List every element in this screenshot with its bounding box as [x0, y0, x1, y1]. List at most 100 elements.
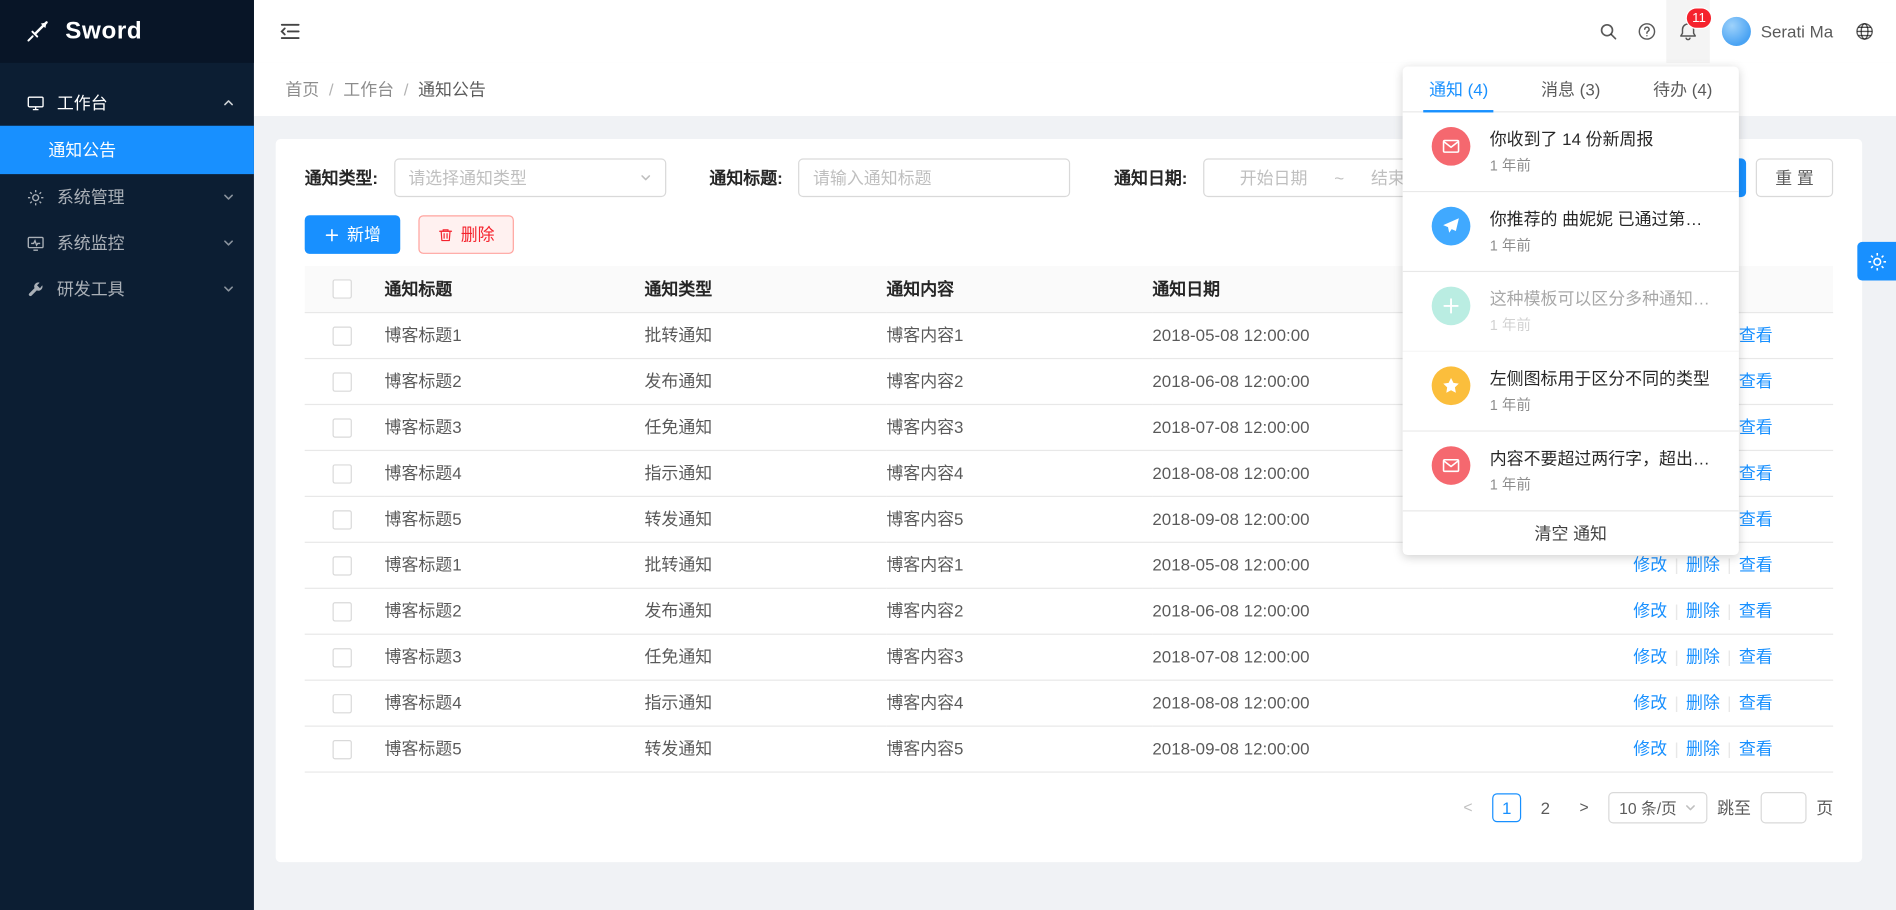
- notification-item[interactable]: 你收到了 14 份新周报 1 年前: [1403, 112, 1739, 192]
- notification-tabs: 通知 (4) 消息 (3) 待办 (4): [1403, 67, 1739, 113]
- row-action-2[interactable]: 查看: [1739, 463, 1773, 482]
- row-checkbox[interactable]: [333, 648, 352, 667]
- row-checkbox[interactable]: [333, 740, 352, 759]
- add-button[interactable]: 新增: [305, 215, 401, 254]
- sidebar-item-3[interactable]: 研发工具: [0, 266, 254, 312]
- tab-todos[interactable]: 待办 (4): [1627, 67, 1739, 112]
- sidebar-item-0[interactable]: 工作台: [0, 80, 254, 126]
- notification-item[interactable]: 左侧图标用于区分不同的类型 1 年前: [1403, 352, 1739, 432]
- notification-item[interactable]: 这种模板可以区分多种通知类型 1 年前: [1403, 272, 1739, 352]
- cell-type: 发布通知: [645, 588, 887, 634]
- row-action-0[interactable]: 修改: [1633, 647, 1667, 666]
- sidebar-collapse-button[interactable]: [278, 19, 302, 43]
- row-action-2[interactable]: 查看: [1739, 555, 1773, 574]
- plus-icon: [1432, 287, 1471, 326]
- action-separator: |: [1727, 739, 1731, 758]
- cell-content: 博客内容4: [886, 680, 1152, 726]
- notifications-button[interactable]: 11: [1666, 0, 1710, 63]
- tab-messages[interactable]: 消息 (3): [1515, 67, 1627, 112]
- row-action-1[interactable]: 删除: [1686, 647, 1720, 666]
- breadcrumb-item[interactable]: 工作台: [343, 77, 394, 101]
- language-globe-icon[interactable]: [1845, 0, 1884, 63]
- notice-title-input[interactable]: [798, 158, 1070, 197]
- row-action-1[interactable]: 删除: [1686, 601, 1720, 620]
- filter-date-label: 通知日期:: [1114, 166, 1187, 190]
- search-icon[interactable]: [1589, 0, 1628, 63]
- menu-fold-icon: [278, 19, 302, 43]
- column-header-date: 通知日期: [1152, 266, 1442, 312]
- row-checkbox[interactable]: [333, 602, 352, 621]
- notification-title: 这种模板可以区分多种通知类型: [1490, 287, 1710, 311]
- cell-actions: 修改|删除|查看: [1443, 634, 1834, 680]
- next-page-button[interactable]: >: [1570, 793, 1599, 822]
- row-action-1[interactable]: 删除: [1686, 555, 1720, 574]
- row-action-2[interactable]: 查看: [1739, 647, 1773, 666]
- row-checkbox[interactable]: [333, 418, 352, 437]
- logo[interactable]: Sword: [0, 0, 254, 63]
- column-header-type: 通知类型: [645, 266, 887, 312]
- row-action-1[interactable]: 删除: [1686, 739, 1720, 758]
- help-icon[interactable]: [1628, 0, 1667, 63]
- cell-title: 博客标题2: [385, 358, 645, 404]
- action-separator: |: [1674, 555, 1678, 574]
- chevron-down-icon: [1684, 801, 1696, 813]
- cell-title: 博客标题3: [385, 634, 645, 680]
- sidebar-submenu-item[interactable]: 通知公告: [0, 126, 254, 174]
- jump-page-input[interactable]: [1761, 791, 1807, 822]
- row-checkbox[interactable]: [333, 372, 352, 391]
- row-action-2[interactable]: 查看: [1739, 371, 1773, 390]
- cell-date: 2018-08-08 12:00:00: [1152, 450, 1442, 496]
- row-action-2[interactable]: 查看: [1739, 325, 1773, 344]
- row-checkbox[interactable]: [333, 510, 352, 529]
- select-all-checkbox[interactable]: [333, 280, 352, 299]
- sidebar-item-2[interactable]: 系统监控: [0, 220, 254, 266]
- cell-date: 2018-05-08 12:00:00: [1152, 312, 1442, 358]
- cell-actions: 修改|删除|查看: [1443, 726, 1834, 772]
- chevron-down-icon: [639, 172, 651, 184]
- row-action-0[interactable]: 修改: [1633, 555, 1667, 574]
- page-size-select[interactable]: 10 条/页: [1608, 791, 1707, 822]
- trash-icon: [438, 227, 454, 243]
- settings-fab-button[interactable]: [1857, 242, 1896, 281]
- row-action-0[interactable]: 修改: [1633, 601, 1667, 620]
- notification-item[interactable]: 内容不要超过两行字，超出时自动截断 1 年前: [1403, 432, 1739, 512]
- row-checkbox[interactable]: [333, 326, 352, 345]
- page-button-2[interactable]: 2: [1531, 793, 1560, 822]
- clear-notifications-button[interactable]: 清空 通知: [1403, 511, 1739, 555]
- sidebar-item-1[interactable]: 系统管理: [0, 174, 254, 220]
- row-checkbox[interactable]: [333, 694, 352, 713]
- breadcrumb-item[interactable]: 首页: [285, 77, 319, 101]
- notice-type-select[interactable]: 请选择通知类型: [394, 158, 666, 197]
- page-button-1[interactable]: 1: [1492, 793, 1521, 822]
- cell-title: 博客标题5: [385, 726, 645, 772]
- topbar: 11 Serati Ma: [254, 0, 1896, 63]
- app-root: Sword 工作台 通知公告 系统管理 系统监控 研发工具: [0, 0, 1896, 910]
- row-action-1[interactable]: 删除: [1686, 693, 1720, 712]
- row-action-2[interactable]: 查看: [1739, 601, 1773, 620]
- notification-item[interactable]: 你推荐的 曲妮妮 已通过第三轮面试 1 年前: [1403, 192, 1739, 272]
- table-row: 博客标题3 任免通知 博客内容3 2018-07-08 12:00:00 修改|…: [305, 634, 1833, 680]
- avatar: [1722, 17, 1751, 46]
- cell-date: 2018-06-08 12:00:00: [1152, 588, 1442, 634]
- reset-button[interactable]: 重 置: [1756, 158, 1833, 197]
- cell-content: 博客内容4: [886, 450, 1152, 496]
- plus-icon: [324, 227, 340, 243]
- action-separator: |: [1727, 555, 1731, 574]
- cell-actions: 修改|删除|查看: [1443, 588, 1834, 634]
- row-action-2[interactable]: 查看: [1739, 693, 1773, 712]
- notification-time: 1 年前: [1490, 316, 1710, 337]
- cell-date: 2018-09-08 12:00:00: [1152, 726, 1442, 772]
- row-action-2[interactable]: 查看: [1739, 417, 1773, 436]
- row-action-2[interactable]: 查看: [1739, 509, 1773, 528]
- tab-notifications[interactable]: 通知 (4): [1403, 67, 1515, 112]
- notification-list: 你收到了 14 份新周报 1 年前 你推荐的 曲妮妮 已通过第三轮面试 1 年前…: [1403, 112, 1739, 511]
- delete-button[interactable]: 删除: [418, 215, 514, 254]
- row-checkbox[interactable]: [333, 556, 352, 575]
- prev-page-button[interactable]: <: [1453, 793, 1482, 822]
- mail-icon: [1432, 127, 1471, 166]
- row-action-0[interactable]: 修改: [1633, 739, 1667, 758]
- row-checkbox[interactable]: [333, 464, 352, 483]
- user-menu[interactable]: Serati Ma: [1710, 0, 1845, 63]
- row-action-0[interactable]: 修改: [1633, 693, 1667, 712]
- row-action-2[interactable]: 查看: [1739, 739, 1773, 758]
